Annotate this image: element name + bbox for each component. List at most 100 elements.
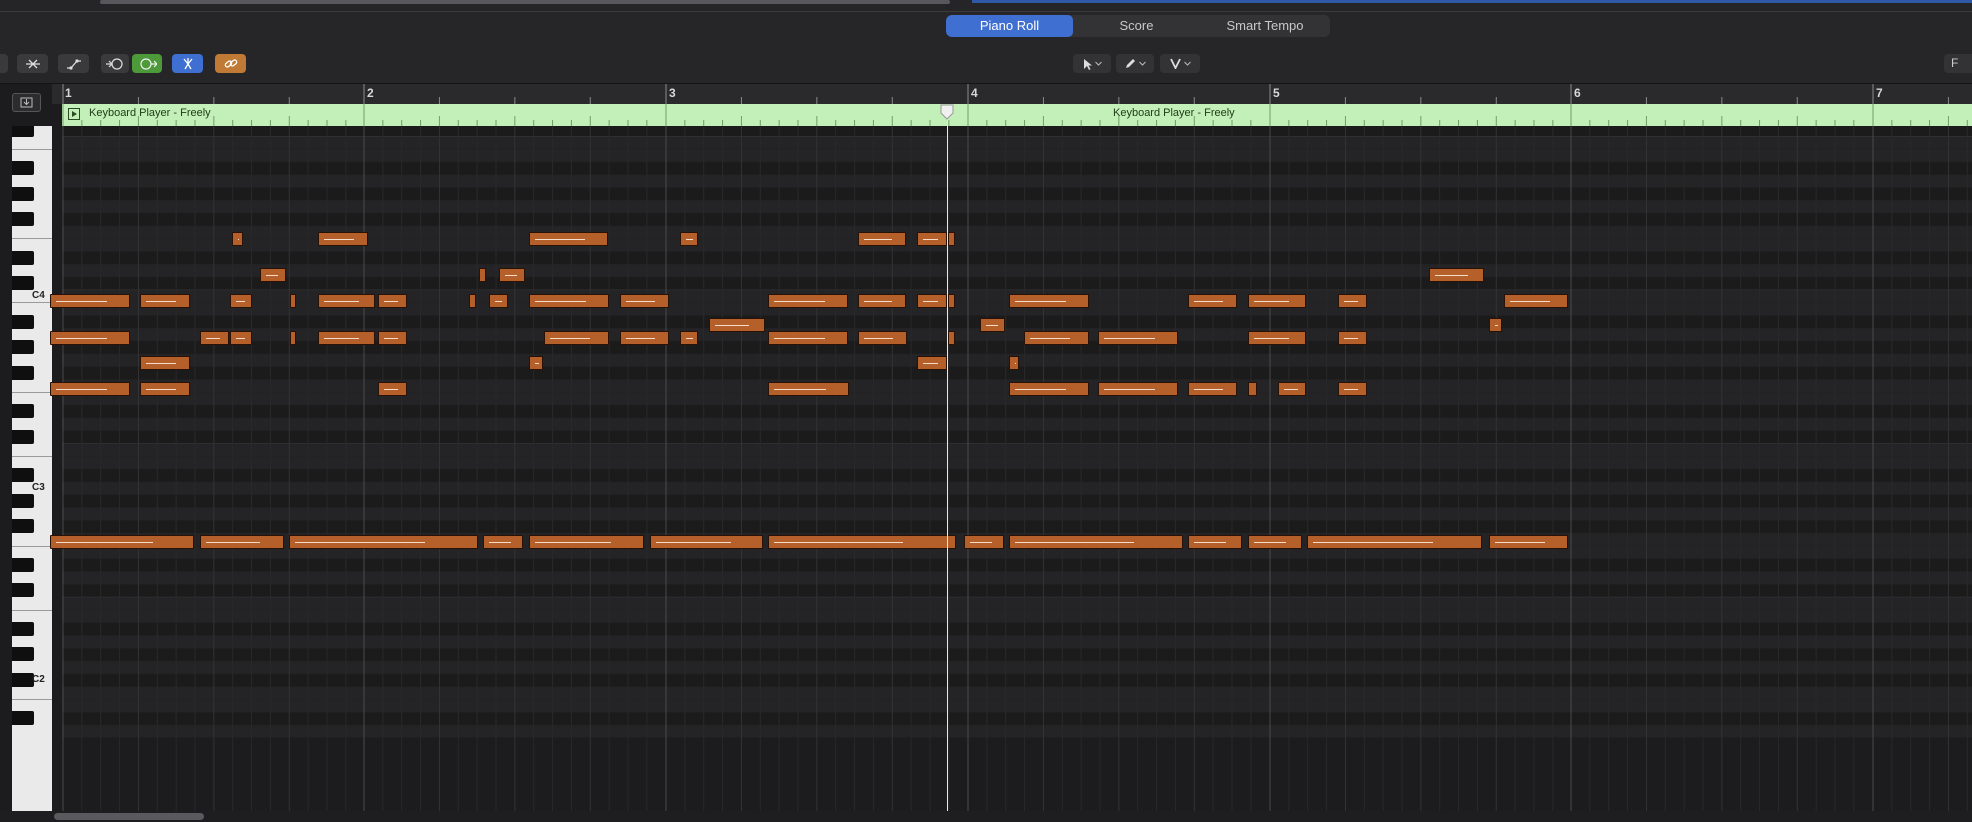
midi-note[interactable] <box>768 331 848 345</box>
midi-note[interactable] <box>50 331 130 345</box>
midi-note[interactable] <box>232 232 243 246</box>
midi-out-button[interactable] <box>132 54 162 73</box>
midi-note[interactable] <box>50 382 130 396</box>
midi-note[interactable] <box>289 535 478 549</box>
midi-note[interactable] <box>948 294 955 308</box>
pencil-tool-menu[interactable] <box>1116 54 1154 73</box>
midi-note[interactable] <box>1248 294 1306 308</box>
midi-note[interactable] <box>230 331 252 345</box>
midi-note[interactable] <box>1489 318 1502 332</box>
midi-note[interactable] <box>1024 331 1089 345</box>
black-key[interactable] <box>12 583 34 598</box>
velocity-tool-menu[interactable] <box>1160 54 1200 73</box>
black-key[interactable] <box>12 126 34 137</box>
midi-note[interactable] <box>620 294 669 308</box>
midi-note[interactable] <box>1504 294 1568 308</box>
midi-note[interactable] <box>768 535 956 549</box>
black-key[interactable] <box>12 519 34 534</box>
black-key[interactable] <box>12 557 34 572</box>
midi-note[interactable] <box>1009 382 1089 396</box>
midi-note[interactable] <box>140 356 190 370</box>
midi-note[interactable] <box>1338 331 1367 345</box>
tab-smart-tempo[interactable]: Smart Tempo <box>1200 15 1330 37</box>
midi-note[interactable] <box>489 294 508 308</box>
midi-note[interactable] <box>964 535 1004 549</box>
black-key[interactable] <box>12 429 34 444</box>
scissors-button[interactable] <box>172 54 203 73</box>
midi-note[interactable] <box>917 356 947 370</box>
catch-playhead-button[interactable] <box>12 93 41 112</box>
midi-note[interactable] <box>709 318 765 332</box>
black-key[interactable] <box>12 711 34 726</box>
black-key[interactable] <box>12 468 34 483</box>
midi-note[interactable] <box>200 535 284 549</box>
midi-note[interactable] <box>483 535 523 549</box>
black-key[interactable] <box>12 493 34 508</box>
note-grid[interactable] <box>62 126 1972 811</box>
midi-note[interactable] <box>1009 356 1019 370</box>
midi-note[interactable] <box>260 268 286 282</box>
midi-note[interactable] <box>290 294 296 308</box>
midi-note[interactable] <box>1338 382 1367 396</box>
pointer-tool-menu[interactable] <box>1073 54 1111 73</box>
midi-note[interactable] <box>1009 294 1089 308</box>
midi-note[interactable] <box>499 268 525 282</box>
black-key[interactable] <box>12 621 34 636</box>
midi-note[interactable] <box>50 294 130 308</box>
midi-note[interactable] <box>544 331 609 345</box>
midi-note[interactable] <box>917 294 947 308</box>
midi-note[interactable] <box>980 318 1005 332</box>
link-button[interactable] <box>215 54 246 73</box>
midi-note[interactable] <box>378 382 407 396</box>
playhead-marker-icon[interactable] <box>940 104 954 120</box>
midi-note[interactable] <box>1489 535 1568 549</box>
bar-ruler[interactable] <box>52 84 1972 104</box>
midi-note[interactable] <box>140 294 190 308</box>
midi-note[interactable] <box>650 535 763 549</box>
region-play-icon[interactable] <box>68 108 80 120</box>
midi-note[interactable] <box>318 331 375 345</box>
midi-note[interactable] <box>768 294 848 308</box>
midi-note[interactable] <box>140 382 190 396</box>
midi-note[interactable] <box>318 294 375 308</box>
midi-note[interactable] <box>1248 382 1257 396</box>
midi-note[interactable] <box>230 294 252 308</box>
midi-note[interactable] <box>529 356 543 370</box>
black-key[interactable] <box>12 673 34 687</box>
overview-scrollbar[interactable] <box>100 0 950 4</box>
midi-note[interactable] <box>479 268 486 282</box>
black-key[interactable] <box>12 212 34 227</box>
midi-note[interactable] <box>1188 382 1237 396</box>
black-key[interactable] <box>12 365 34 380</box>
midi-note[interactable] <box>858 331 907 345</box>
midi-note[interactable] <box>378 331 407 345</box>
black-key[interactable] <box>12 250 34 265</box>
midi-in-button[interactable] <box>0 54 8 73</box>
black-key[interactable] <box>12 186 34 201</box>
functions-menu[interactable]: F <box>1944 54 1972 73</box>
midi-note[interactable] <box>768 382 849 396</box>
black-key[interactable] <box>12 404 34 419</box>
tab-score[interactable]: Score <box>1073 15 1200 37</box>
midi-note[interactable] <box>1098 382 1178 396</box>
midi-note[interactable] <box>529 535 644 549</box>
midi-note[interactable] <box>1098 331 1178 345</box>
midi-thru-button[interactable] <box>101 54 129 73</box>
piano-keyboard[interactable] <box>12 126 52 811</box>
black-key[interactable] <box>12 647 34 662</box>
midi-note[interactable] <box>1188 535 1242 549</box>
midi-note[interactable] <box>290 331 296 345</box>
midi-note[interactable] <box>529 294 609 308</box>
midi-note[interactable] <box>1429 268 1484 282</box>
tab-piano-roll[interactable]: Piano Roll <box>946 15 1073 37</box>
midi-note[interactable] <box>948 331 955 345</box>
black-key[interactable] <box>12 314 34 329</box>
midi-note[interactable] <box>858 232 906 246</box>
midi-note[interactable] <box>680 232 698 246</box>
horizontal-scrollbar[interactable] <box>54 813 204 820</box>
quantize-button[interactable] <box>17 54 48 73</box>
automation-button[interactable] <box>58 54 89 73</box>
midi-note[interactable] <box>680 331 698 345</box>
midi-note[interactable] <box>1338 294 1367 308</box>
midi-note[interactable] <box>200 331 229 345</box>
